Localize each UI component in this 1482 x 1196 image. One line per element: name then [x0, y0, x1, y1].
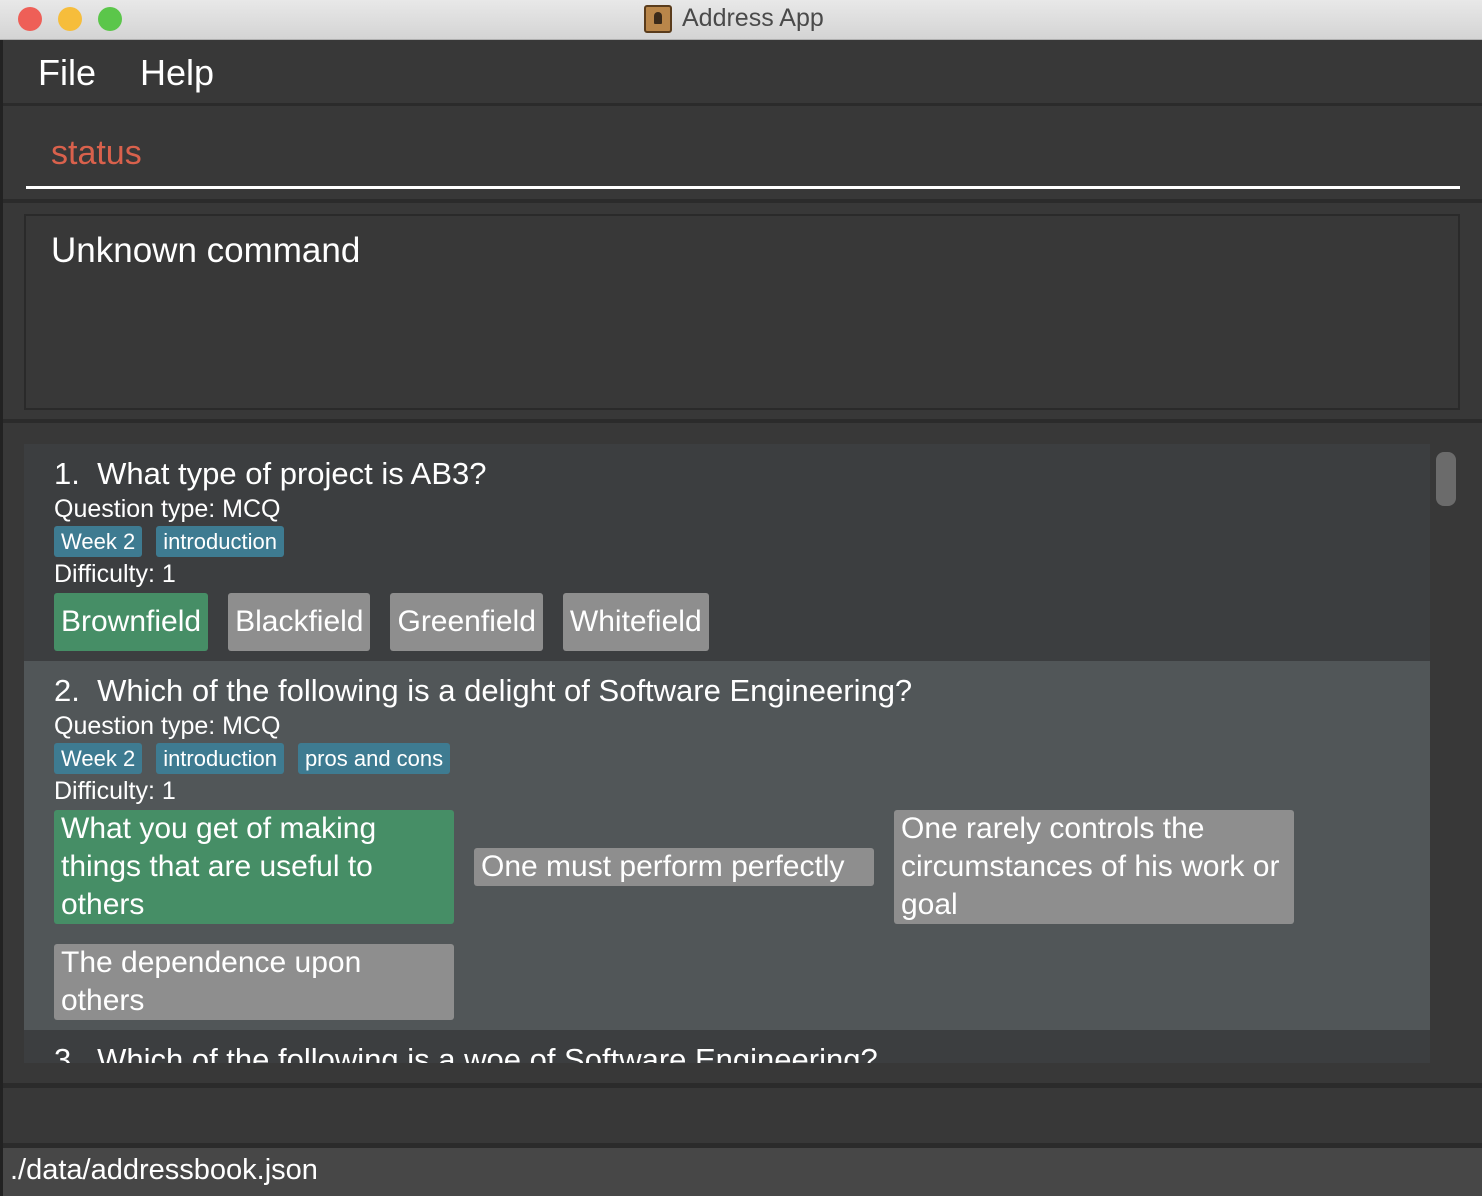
question-type: Question type: MCQ [54, 495, 281, 523]
tag: pros and cons [297, 743, 451, 774]
scrollbar[interactable] [1430, 444, 1462, 1063]
option-correct: What you get of making things that are u… [54, 810, 454, 924]
title-bar: Address App [0, 0, 1482, 40]
divider [3, 419, 1482, 423]
tag-list: Week 2 introduction pros and cons [54, 743, 1400, 774]
command-input[interactable]: status [51, 134, 142, 173]
option: Whitefield [562, 593, 709, 651]
difficulty: Difficulty: 1 [54, 560, 176, 588]
divider [3, 1083, 1482, 1088]
question-list: 1. What type of project is AB3? Question… [24, 444, 1430, 1063]
question-card[interactable]: 3. Which of the following is a woe of So… [24, 1030, 1430, 1063]
options: What you get of making things that are u… [54, 810, 1400, 1020]
menu-help[interactable]: Help [140, 52, 214, 94]
address-book-icon [644, 4, 672, 33]
tag-list: Week 2 introduction [54, 526, 1400, 557]
option: Greenfield [390, 593, 543, 651]
status-bar: ./data/addressbook.json [3, 1148, 1482, 1196]
minimize-button[interactable] [58, 7, 82, 31]
option-correct: Brownfield [54, 593, 209, 651]
option: One must perform perfectly [474, 848, 874, 886]
difficulty: Difficulty: 1 [54, 777, 176, 805]
tag: Week 2 [54, 743, 143, 774]
option: Blackfield [228, 593, 371, 651]
question-card[interactable]: 2. Which of the following is a delight o… [24, 661, 1430, 1030]
options: Brownfield Blackfield Greenfield Whitefi… [54, 593, 1400, 651]
save-location: ./data/addressbook.json [10, 1154, 318, 1186]
option: One rarely controls the circumstances of… [894, 810, 1294, 924]
scrollbar-thumb[interactable] [1436, 452, 1456, 506]
question-title: 1. What type of project is AB3? [54, 456, 487, 491]
window-title: Address App [644, 4, 824, 33]
command-input-underline [26, 186, 1460, 189]
window-edge [0, 40, 3, 1196]
result-text: Unknown command [51, 231, 361, 270]
question-title: 3. Which of the following is a woe of So… [54, 1042, 878, 1063]
tag: introduction [156, 743, 284, 774]
result-display: Unknown command [24, 214, 1460, 410]
menu-file[interactable]: File [38, 52, 96, 94]
option: The dependence upon others [54, 944, 454, 1020]
window-title-text: Address App [682, 4, 824, 32]
maximize-button[interactable] [98, 7, 122, 31]
command-box: status [3, 109, 1482, 203]
question-title: 2. Which of the following is a delight o… [54, 673, 913, 708]
menu-bar: File Help [3, 40, 1482, 106]
close-button[interactable] [18, 7, 42, 31]
tag: introduction [156, 526, 284, 557]
question-card[interactable]: 1. What type of project is AB3? Question… [24, 444, 1430, 661]
question-type: Question type: MCQ [54, 712, 281, 740]
tag: Week 2 [54, 526, 143, 557]
